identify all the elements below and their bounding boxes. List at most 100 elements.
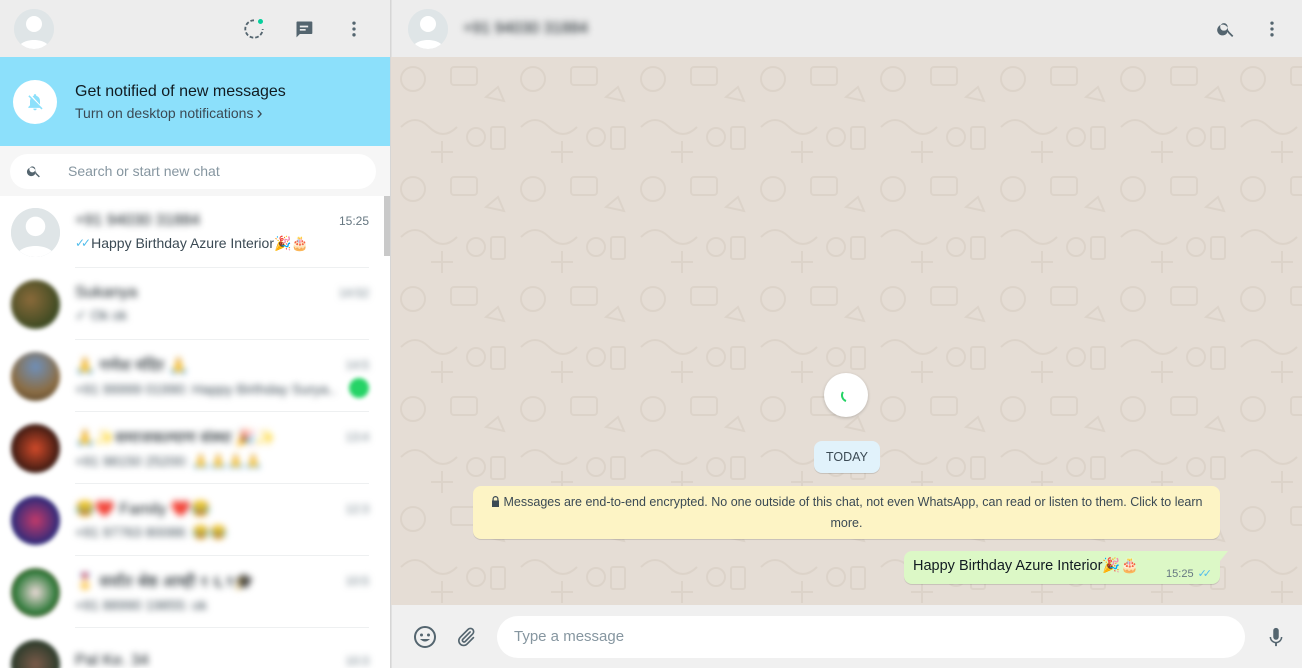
conversation-title[interactable]: +91 94030 31884 (463, 20, 588, 38)
paperclip-icon (458, 627, 475, 646)
chat-body: 🎖️ सर्वांत श्रेष्ठ आम्ही १ ६.९🎓 10:5 +91… (75, 556, 369, 628)
chat-name: 🙏 गणेश मंदिर 🙏 (75, 358, 189, 375)
message-text: Happy Birthday Azure Interior🎉🎂 (913, 558, 1139, 574)
composer-left-actions (413, 625, 478, 649)
chat-name: 🙏✨समाजकल्याण संस्था 🎉✨ (75, 429, 276, 447)
chat-preview: +91 97763 80088: 😂😂 (75, 523, 228, 540)
read-ticks-icon: ✓✓ (1197, 568, 1213, 580)
chat-list-item[interactable]: Pal Ke. 34 10:3 (0, 628, 390, 668)
emoji-icon (414, 625, 436, 648)
search-box (10, 153, 376, 189)
contact-avatar (11, 639, 60, 668)
conversation-header[interactable]: +91 94030 31884 (391, 0, 1302, 57)
chevron-right-icon: › (256, 102, 263, 123)
contact-avatar (11, 495, 60, 545)
loading-spinner (824, 373, 868, 417)
chat-body: 😂❤️ Family ❤️😂 12:3 +91 97763 80088: 😂😂 (75, 484, 369, 556)
status-dot (257, 17, 264, 25)
encryption-text: Messages are end-to-end encrypted. No on… (503, 495, 1203, 530)
contact-avatar (11, 207, 60, 257)
search-messages-button[interactable] (1214, 17, 1238, 41)
chat-preview: +91 88990 19855: ok (75, 597, 207, 613)
encryption-notice[interactable]: Messages are end-to-end encrypted. No on… (473, 486, 1220, 539)
read-ticks-icon: ✓✓ (75, 236, 91, 250)
new-chat-button[interactable] (292, 17, 316, 41)
chat-name: 😂❤️ Family ❤️😂 (75, 500, 211, 518)
chat-list-item[interactable]: +91 94030 31884 15:25 ✓✓ Happy Birthday … (0, 196, 390, 268)
chat-list-item[interactable]: 🎖️ सर्वांत श्रेष्ठ आम्ही १ ६.९🎓 10:5 +91… (0, 556, 390, 628)
conversation-header-actions (1214, 17, 1286, 41)
chat-body: +91 94030 31884 15:25 ✓✓ Happy Birthday … (75, 196, 369, 268)
default-avatar-icon (11, 207, 60, 257)
default-avatar-icon (14, 8, 54, 49)
chat-list: +91 94030 31884 15:25 ✓✓ Happy Birthday … (0, 196, 390, 668)
whatsapp-web-app: Get notified of new messages Turn on des… (0, 0, 1302, 668)
notify-icon-circle (13, 79, 57, 124)
my-avatar[interactable] (14, 8, 54, 49)
outgoing-message[interactable]: Happy Birthday Azure Interior🎉🎂 15:25 ✓✓ (904, 551, 1228, 584)
chat-preview: ✓ Ok ok (75, 306, 128, 323)
chat-list-item[interactable]: 🙏 गणेश मंदिर 🙏 14:5 +91 99999 01990: Hap… (0, 340, 390, 412)
chat-list-item[interactable]: 😂❤️ Family ❤️😂 12:3 +91 97763 80088: 😂😂 (0, 484, 390, 556)
status-button[interactable] (242, 17, 266, 41)
search-input[interactable] (68, 163, 328, 179)
chat-list-scrollbar[interactable] (384, 196, 390, 256)
notify-text: Get notified of new messages Turn on des… (75, 82, 286, 123)
search-bar (0, 146, 390, 196)
chat-body: Pal Ke. 34 10:3 (75, 628, 369, 668)
search-icon (1217, 22, 1234, 37)
chat-list-item[interactable]: Sukanya 14:52 ✓ Ok ok (0, 268, 390, 340)
microphone-icon (1269, 627, 1283, 646)
attach-button[interactable] (454, 625, 478, 649)
chat-list-item[interactable]: 🙏✨समाजकल्याण संस्था 🎉✨ 13:4 +91 98150 25… (0, 412, 390, 484)
chat-name: Pal Ke. 34 (75, 652, 149, 668)
message-area: TODAY Messages are end-to-end encrypted.… (391, 57, 1302, 605)
contact-avatar (11, 567, 60, 617)
chat-name: 🎖️ सर्वांत श्रेष्ठ आम्ही १ ६.९🎓 (75, 574, 255, 591)
chat-time: 10:5 (345, 574, 369, 588)
new-chat-icon (296, 21, 313, 37)
emoji-button[interactable] (413, 625, 437, 649)
chat-preview: +91 99999 01990: Happy Birthday Surya... (75, 381, 335, 397)
bell-off-icon (28, 93, 43, 110)
chat-preview: +91 98150 25200: 🙏🙏🙏🙏 (75, 452, 262, 469)
contact-avatar (11, 279, 60, 329)
chat-name: Sukanya (75, 283, 138, 301)
lock-icon (491, 496, 499, 507)
chat-time: 13:4 (345, 429, 369, 444)
contact-avatar (11, 423, 60, 473)
conversation-menu-button[interactable] (1260, 17, 1284, 41)
menu-icon (1270, 21, 1274, 36)
menu-icon (352, 21, 356, 36)
composer (391, 605, 1302, 668)
contact-avatar[interactable] (408, 8, 448, 49)
contact-avatar (11, 351, 60, 401)
chat-body: 🙏✨समाजकल्याण संस्था 🎉✨ 13:4 +91 98150 25… (75, 412, 369, 484)
voice-message-button[interactable] (1264, 625, 1288, 649)
notify-link[interactable]: Turn on desktop notifications › (75, 102, 286, 123)
sidebar-header-actions (242, 17, 376, 41)
chat-time: 14:52 (338, 285, 369, 300)
date-chip: TODAY (814, 441, 880, 473)
conversation-pane: +91 94030 31884 TODAY Messages are end-t… (391, 0, 1302, 668)
unread-badge (349, 378, 369, 398)
notification-banner[interactable]: Get notified of new messages Turn on des… (0, 57, 390, 146)
search-icon[interactable] (26, 163, 42, 179)
chat-time: 10:3 (345, 654, 369, 668)
default-avatar-icon (408, 8, 448, 49)
menu-button[interactable] (342, 17, 366, 41)
spinner-icon (840, 391, 847, 402)
chat-time: 15:25 (338, 213, 369, 228)
chat-time: 14:5 (345, 358, 369, 372)
sidebar: Get notified of new messages Turn on des… (0, 0, 391, 668)
message-time: 15:25 (1166, 567, 1194, 580)
notify-link-label: Turn on desktop notifications (75, 104, 254, 121)
chat-name: +91 94030 31884 (75, 211, 201, 229)
message-input[interactable] (497, 615, 1245, 658)
chat-body: 🙏 गणेश मंदिर 🙏 14:5 +91 99999 01990: Hap… (75, 340, 369, 412)
message-meta: 15:25 ✓✓ (1166, 567, 1213, 581)
chat-body: Sukanya 14:52 ✓ Ok ok (75, 268, 369, 340)
chat-preview: Happy Birthday Azure Interior🎉🎂 (91, 234, 309, 251)
chat-time: 12:3 (345, 501, 369, 516)
notify-title: Get notified of new messages (75, 82, 286, 100)
